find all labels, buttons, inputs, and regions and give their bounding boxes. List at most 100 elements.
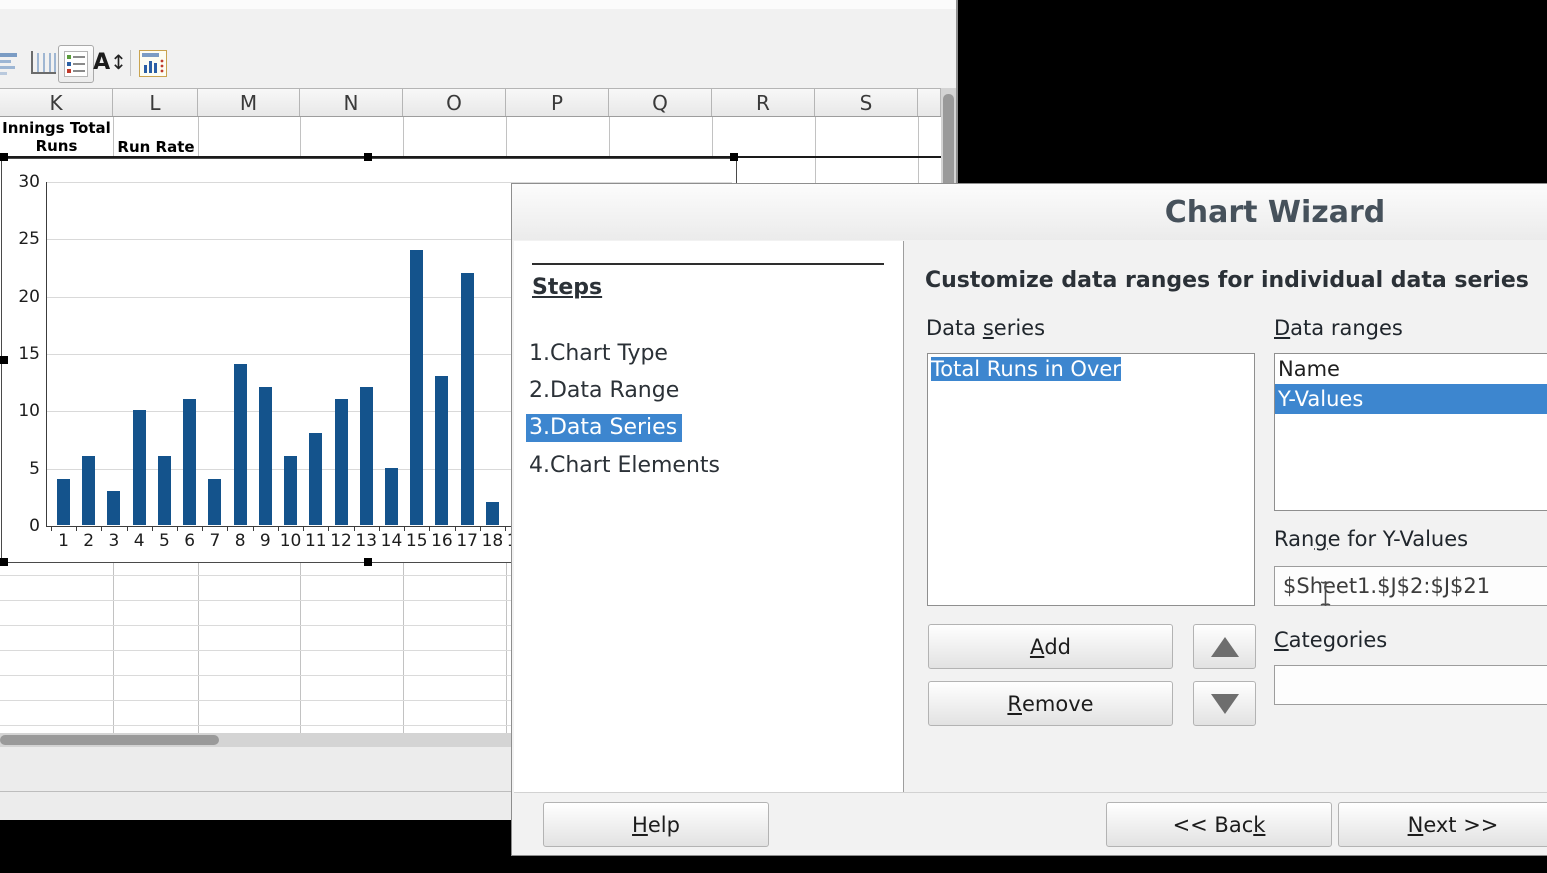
move-down-button[interactable] [1193, 681, 1256, 726]
bar-over-18[interactable] [486, 502, 499, 525]
x-axis-tick-label: 5 [151, 531, 177, 551]
steps-rule [532, 263, 884, 265]
y-axis-tick-label: 15 [6, 344, 40, 364]
column-header-Q[interactable]: Q [609, 89, 712, 116]
x-axis-tick [51, 527, 52, 531]
x-axis-tick [505, 527, 506, 531]
x-axis-tick [480, 527, 481, 531]
data-series-listbox[interactable]: Total Runs in Over [927, 353, 1255, 606]
chart-handle-mid-left[interactable] [0, 356, 8, 364]
x-axis-tick-label: 8 [227, 531, 253, 551]
x-axis-tick-label: 10 [278, 531, 304, 551]
column-header-M[interactable]: M [198, 89, 300, 116]
dialog-titlebar[interactable]: Chart Wizard [512, 184, 1547, 240]
back-button[interactable]: << Back [1106, 802, 1332, 847]
wizard-step-2[interactable]: 2.Data Range [529, 378, 679, 403]
x-axis-tick [101, 527, 102, 531]
x-axis-tick [227, 527, 228, 531]
bar-over-7[interactable] [208, 479, 221, 525]
column-header-L[interactable]: L [113, 89, 198, 116]
move-up-button[interactable] [1193, 624, 1256, 669]
chart-handle-top-middle[interactable] [364, 153, 372, 161]
x-axis-tick [404, 527, 405, 531]
y-axis-tick-label: 0 [6, 516, 40, 536]
axes-grid-icon[interactable] [26, 45, 60, 81]
scale-text-icon[interactable]: A↕ [93, 45, 127, 81]
x-axis-tick [202, 527, 203, 531]
x-axis-tick [177, 527, 178, 531]
bar-over-14[interactable] [385, 468, 398, 525]
x-axis-tick-label: 2 [76, 531, 102, 551]
chart-handle-bottom-left[interactable] [0, 558, 8, 566]
bar-over-6[interactable] [183, 399, 196, 525]
y-axis-tick-label: 20 [6, 287, 40, 307]
bar-over-15[interactable] [410, 250, 423, 525]
wizard-step-4[interactable]: 4.Chart Elements [529, 453, 720, 478]
x-axis-tick-label: 7 [202, 531, 228, 551]
steps-heading: Steps [532, 275, 602, 300]
data-ranges-label: Data ranges [1274, 316, 1403, 340]
y-axis-tick-label: 25 [6, 229, 40, 249]
bar-over-4[interactable] [133, 410, 146, 525]
add-button[interactable]: Add [928, 624, 1173, 669]
categories-input[interactable] [1274, 665, 1547, 705]
data-ranges-listbox[interactable]: NameY-Values [1274, 353, 1547, 511]
chart-type-icon[interactable] [136, 45, 170, 81]
bar-over-10[interactable] [284, 456, 297, 525]
x-axis-tick [127, 527, 128, 531]
bar-over-9[interactable] [259, 387, 272, 525]
column-header-O[interactable]: O [403, 89, 506, 116]
x-axis-tick-label: 15 [404, 531, 430, 551]
bar-over-11[interactable] [309, 433, 322, 525]
horizontal-scrollbar-thumb[interactable] [0, 735, 219, 745]
bar-over-16[interactable] [435, 376, 448, 525]
scale-text-glyph: A↕ [93, 52, 127, 74]
x-axis-tick-label: 16 [429, 531, 455, 551]
window-top-strip [0, 0, 958, 9]
bar-over-12[interactable] [335, 399, 348, 525]
column-header-R[interactable]: R [712, 89, 815, 116]
desktop: A↕ KLMNOPQRS Innings TotalRuns Run R [0, 0, 1547, 873]
x-axis-tick [328, 527, 329, 531]
x-axis-tick [354, 527, 355, 531]
data-range-item-y-values[interactable]: Y-Values [1275, 384, 1547, 414]
x-axis-tick-label: 9 [252, 531, 278, 551]
toolbar-separator [130, 50, 131, 76]
column-header-row: KLMNOPQRS [0, 88, 941, 117]
bar-over-13[interactable] [360, 387, 373, 525]
cell-k1-label: Innings TotalRuns [1, 119, 112, 155]
data-series-item[interactable]: Total Runs in Over [928, 354, 1254, 384]
bar-over-5[interactable] [158, 456, 171, 525]
x-axis-tick [253, 527, 254, 531]
x-axis-tick-label: 18 [479, 531, 505, 551]
chart-handle-top-left[interactable] [0, 153, 8, 161]
bar-over-17[interactable] [461, 273, 474, 525]
column-header-N[interactable]: N [300, 89, 403, 116]
bar-over-3[interactable] [107, 491, 120, 525]
bar-over-1[interactable] [57, 479, 70, 525]
bar-over-8[interactable] [234, 364, 247, 525]
remove-button[interactable]: Remove [928, 681, 1173, 726]
next-button[interactable]: Next >> [1338, 802, 1547, 847]
data-range-item-name[interactable]: Name [1275, 354, 1547, 384]
column-header-P[interactable]: P [506, 89, 609, 116]
x-axis-tick [429, 527, 430, 531]
bar-over-2[interactable] [82, 456, 95, 525]
dialog-header: Customize data ranges for individual dat… [925, 268, 1529, 293]
x-axis-tick [455, 527, 456, 531]
column-header-S[interactable]: S [815, 89, 918, 116]
x-axis-tick-label: 12 [328, 531, 354, 551]
y-axis-tick-label: 5 [6, 459, 40, 479]
range-y-input[interactable]: $Sheet1.$J$2:$J$21 [1274, 566, 1547, 606]
chart-handle-top-right[interactable] [730, 153, 738, 161]
chart-handle-bottom-middle[interactable] [364, 558, 372, 566]
wizard-step-3[interactable]: 3.Data Series [529, 415, 682, 440]
column-header-K[interactable]: K [0, 89, 113, 116]
column-header-partial[interactable] [918, 89, 941, 116]
help-button[interactable]: Help [543, 802, 769, 847]
wizard-step-1[interactable]: 1.Chart Type [529, 341, 668, 366]
chart-toolbar: A↕ [0, 42, 956, 86]
legend-icon[interactable] [58, 45, 94, 83]
range-y-label: Range for Y-Values [1274, 527, 1468, 551]
titles-icon[interactable] [0, 45, 20, 81]
